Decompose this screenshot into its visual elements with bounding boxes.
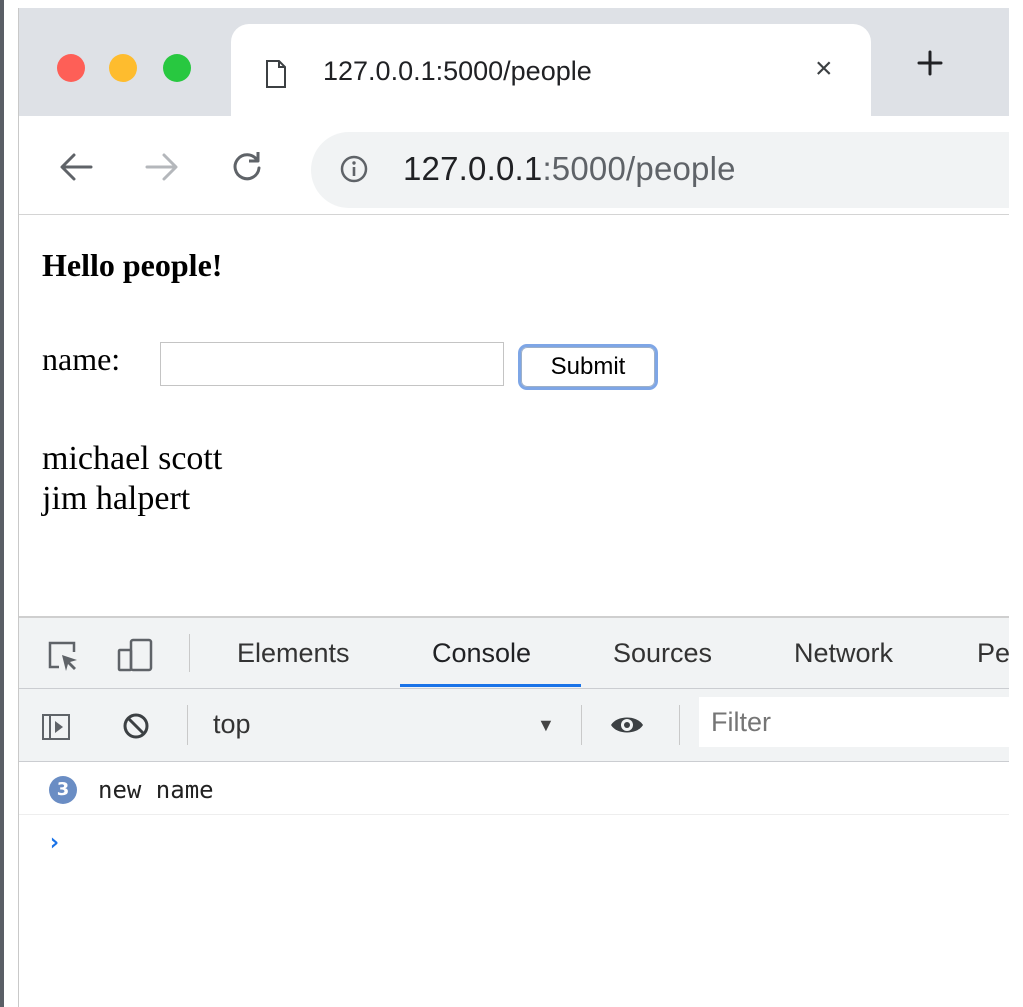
address-bar[interactable]: 127.0.0.1:5000/people	[311, 132, 1009, 208]
page-content: Hello people! name: Submit michael scott…	[19, 215, 1009, 617]
url-host: 127.0.0.1	[403, 150, 543, 187]
tab-strip: 127.0.0.1:5000/people ×	[19, 8, 1009, 116]
devtools-tab-bar: Elements Console Sources Network Pe	[19, 618, 1009, 689]
chevron-down-icon[interactable]: ▼	[537, 715, 555, 736]
maximize-window-button[interactable]	[163, 54, 191, 82]
repeat-count-badge: 3	[49, 776, 77, 804]
close-window-button[interactable]	[57, 54, 85, 82]
browser-tab[interactable]: 127.0.0.1:5000/people ×	[231, 24, 871, 116]
reload-icon[interactable]	[231, 150, 263, 187]
toolbar-divider	[679, 705, 680, 745]
console-prompt[interactable]: ›	[47, 828, 61, 856]
name-label: name:	[42, 341, 121, 377]
arrow-left-icon[interactable]	[59, 152, 93, 187]
browser-window: 127.0.0.1:5000/people × 127.0.0.1:5000/p…	[18, 8, 1009, 1007]
submit-button[interactable]: Submit	[518, 344, 658, 390]
new-tab-button[interactable]	[917, 50, 943, 81]
page-title: Hello people!	[42, 247, 223, 283]
tab-network[interactable]: Network	[794, 638, 893, 669]
console-message-text: new name	[98, 776, 214, 804]
minimize-window-button[interactable]	[109, 54, 137, 82]
toolbar-divider	[581, 705, 582, 745]
tab-console[interactable]: Console	[432, 638, 531, 669]
context-selector[interactable]: top	[213, 709, 251, 740]
active-tab-indicator	[400, 684, 581, 687]
desktop-edge-right	[1008, 0, 1023, 1007]
filter-input[interactable]	[699, 697, 1009, 747]
inspect-element-icon[interactable]	[47, 640, 79, 677]
info-icon[interactable]	[339, 154, 369, 189]
name-input[interactable]	[160, 342, 504, 386]
url-text: 127.0.0.1:5000/people	[403, 150, 736, 188]
list-item: jim halpert	[42, 480, 191, 517]
arrow-right-icon[interactable]	[145, 152, 179, 187]
clear-console-icon[interactable]	[121, 711, 151, 746]
list-item: michael scott	[42, 440, 223, 477]
desktop-edge	[0, 0, 4, 1007]
toolbar-divider	[187, 705, 188, 745]
device-toolbar-icon[interactable]	[117, 638, 153, 677]
sidebar-toggle-icon[interactable]	[41, 713, 71, 746]
close-icon[interactable]: ×	[815, 54, 833, 84]
tab-title: 127.0.0.1:5000/people	[323, 56, 592, 86]
console-message: 3 new name	[19, 764, 1009, 815]
tab-sources[interactable]: Sources	[613, 638, 712, 669]
devtools-panel: Elements Console Sources Network Pe top …	[19, 616, 1009, 1007]
tab-elements[interactable]: Elements	[237, 638, 350, 669]
toolbar-divider	[189, 634, 190, 672]
people-list: michael scott jim halpert	[42, 439, 222, 519]
browser-toolbar: 127.0.0.1:5000/people	[19, 116, 1009, 215]
console-toolbar: top ▼	[19, 689, 1009, 762]
url-path: :5000/people	[542, 150, 736, 187]
document-icon	[265, 60, 287, 93]
eye-icon[interactable]	[609, 713, 645, 742]
tab-performance[interactable]: Pe	[977, 638, 1009, 669]
